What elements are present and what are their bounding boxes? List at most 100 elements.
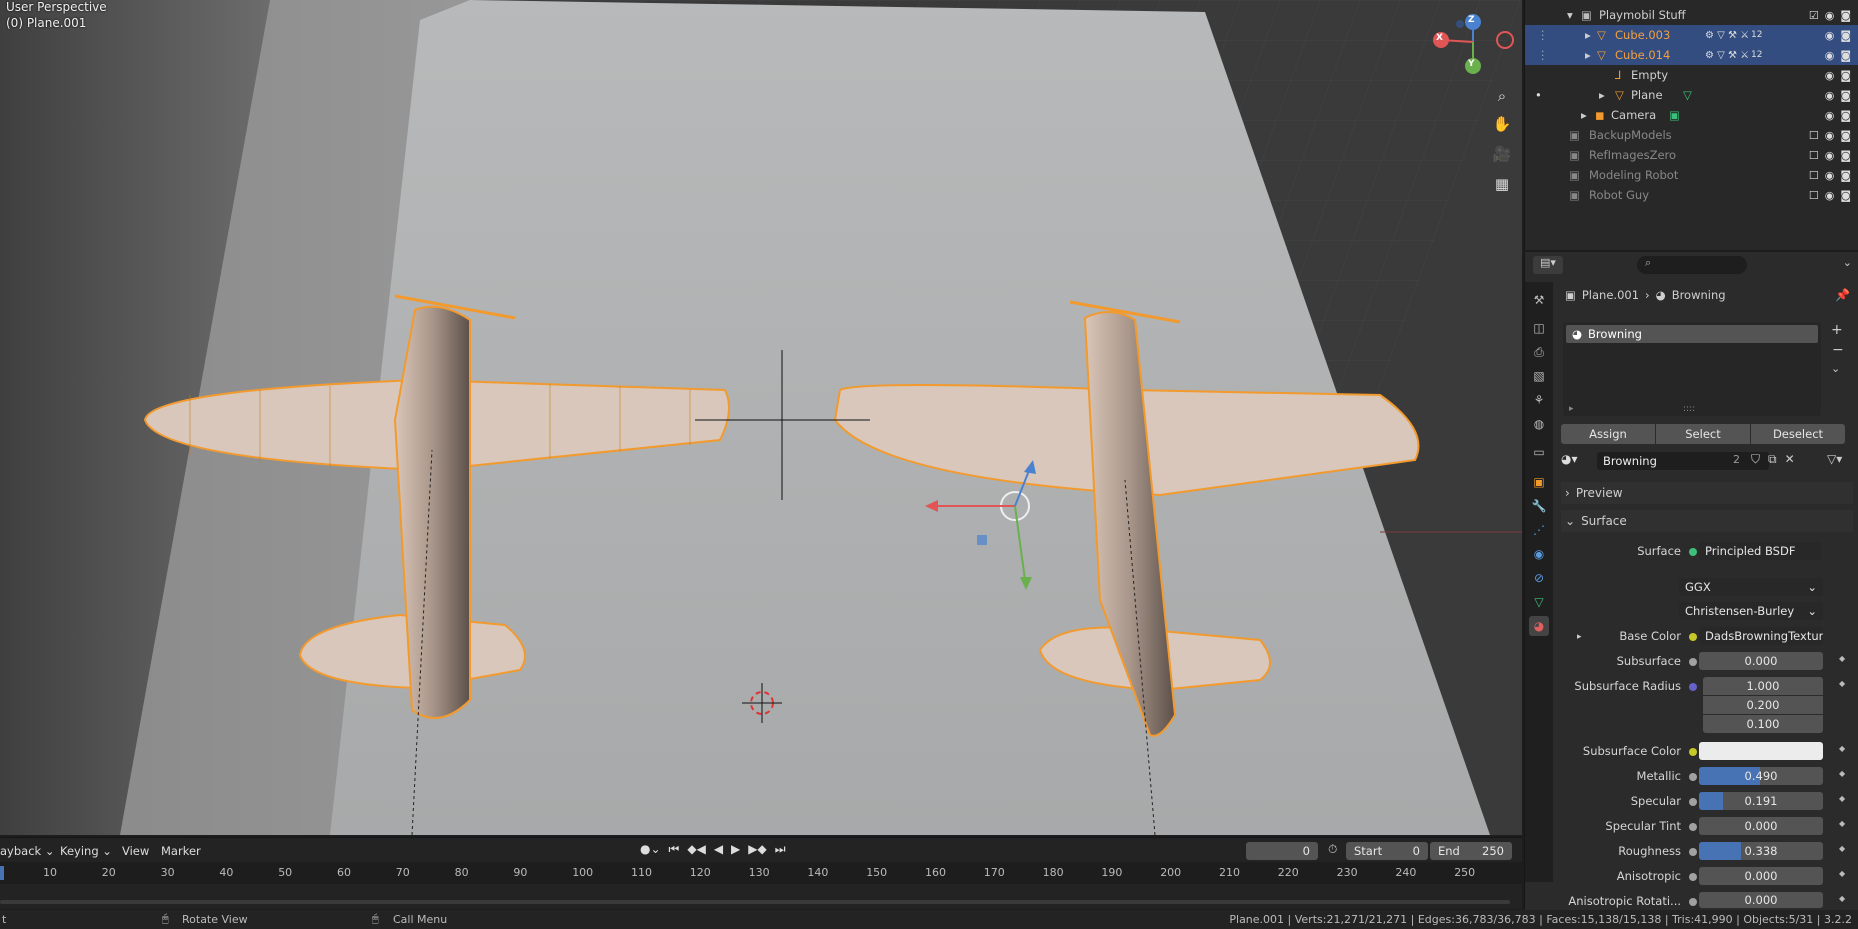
frame-ruler[interactable]: 10 20 30 40 50 60 70 80 90 100 110 120 130 140 150 160 1… — [0, 862, 1522, 884]
render-camera-icon[interactable]: ◙ — [1840, 129, 1851, 142]
outliner-panel[interactable]: ▾ ▣ Playmobil Stuff ☑ ◉ ◙ ⋮ ▸ ▽ Cube.003 ⚙… — [1524, 0, 1858, 250]
eye-icon[interactable]: ◉ — [1825, 69, 1835, 82]
subsurface-radius-y[interactable]: 0.200 — [1703, 696, 1823, 714]
unlink-icon[interactable]: ✕ — [1785, 452, 1795, 467]
outliner-row-playmobil[interactable]: ▾ ▣ Playmobil Stuff ☑ ◉ ◙ — [1525, 5, 1858, 25]
eye-icon[interactable]: ◉ — [1825, 9, 1835, 22]
3d-viewport[interactable]: User Perspective (0) Plane.001 Z X Y ⌕ ✋… — [0, 0, 1522, 835]
surface-panel-header[interactable]: ⌄ Surface — [1561, 510, 1853, 532]
distribution-dropdown[interactable]: GGX ⌄ — [1679, 578, 1823, 596]
render-camera-icon[interactable]: ◙ — [1840, 9, 1851, 22]
outliner-row-cube003[interactable]: ⋮ ▸ ▽ Cube.003 ⚙ ▽ ⚒ ⚔ 12 ◉ ◙ — [1525, 25, 1858, 45]
prev-keyframe-icon[interactable]: ◆◀ — [687, 842, 705, 857]
camera-icon[interactable]: 🎥 — [1489, 141, 1515, 167]
outliner-row-empty[interactable]: ⅃ Empty ◉ ◙ — [1525, 65, 1858, 85]
hand-pan-icon[interactable]: ✋ — [1489, 111, 1515, 137]
axis-x-label[interactable]: X — [1436, 33, 1443, 43]
render-camera-icon[interactable]: ◙ — [1840, 149, 1851, 162]
eye-icon[interactable]: ◉ — [1825, 169, 1835, 182]
render-camera-icon[interactable]: ◙ — [1840, 189, 1851, 202]
anisotropic-rotation-field[interactable]: 0.000 — [1699, 892, 1823, 908]
grid-icon[interactable]: ▦ — [1489, 171, 1515, 197]
fake-user-icon[interactable]: ⛉ — [1751, 452, 1760, 467]
outliner-row-camera[interactable]: ▸ ◼ Camera ▣ ◉ ◙ — [1525, 105, 1858, 125]
select-button[interactable]: Select — [1656, 424, 1750, 444]
scene-tab-icon[interactable]: ⚘ — [1529, 390, 1549, 410]
data-tab-icon[interactable]: ▽ — [1529, 592, 1549, 612]
keyframe-dot-icon[interactable]: ◆ — [1839, 744, 1845, 753]
keyframe-dot-icon[interactable]: ◆ — [1839, 894, 1845, 903]
duplicate-icon[interactable]: ⧉ — [1768, 452, 1777, 467]
playhead[interactable] — [0, 866, 4, 880]
end-frame-field[interactable]: End 250 — [1430, 842, 1512, 860]
render-camera-icon[interactable]: ◙ — [1840, 109, 1851, 122]
eye-icon[interactable]: ◉ — [1825, 89, 1835, 102]
modifier-tab-icon[interactable]: 🔧 — [1529, 496, 1549, 516]
surface-shader-field[interactable]: Principled BSDF — [1699, 542, 1821, 560]
material-tab-icon[interactable]: ◕ — [1529, 616, 1549, 636]
render-tab-icon[interactable]: ◫ — [1529, 318, 1549, 338]
subsurface-color-swatch[interactable] — [1699, 742, 1823, 760]
view-layer-tab-icon[interactable]: ▧ — [1529, 366, 1549, 386]
output-tab-icon[interactable]: ⎙ — [1529, 342, 1549, 362]
base-color-texture-field[interactable]: DadsBrowningTextureV... — [1699, 627, 1823, 645]
outliner-row-plane[interactable]: • ▸ ▽ Plane ▽ ◉ ◙ — [1525, 85, 1858, 105]
material-users-count[interactable]: 2 — [1733, 453, 1740, 466]
keyframe-dot-icon[interactable]: ◆ — [1839, 769, 1845, 778]
tool-tab-icon[interactable]: ⚒ — [1529, 290, 1549, 310]
outliner-row-refimages[interactable]: ▣ RefImagesZero ☐ ◉ ◙ — [1525, 145, 1858, 165]
constraints-tab-icon[interactable]: ⊘ — [1529, 568, 1549, 588]
expand-icon[interactable]: ▸ — [1569, 404, 1574, 414]
particles-tab-icon[interactable]: ⋰ — [1529, 520, 1549, 540]
eye-icon[interactable]: ◉ — [1825, 109, 1835, 122]
subsurface-method-dropdown[interactable]: Christensen-Burley ⌄ — [1679, 602, 1823, 620]
keying-menu[interactable]: Keying ⌄ — [60, 844, 112, 858]
jump-end-icon[interactable]: ⏭ — [775, 842, 786, 857]
render-camera-icon[interactable]: ◙ — [1840, 29, 1851, 42]
axis-z-label[interactable]: Z — [1468, 15, 1475, 25]
eye-icon[interactable]: ◉ — [1825, 149, 1835, 162]
resize-handle[interactable]: :::: — [1683, 404, 1695, 414]
eye-icon[interactable]: ◉ — [1825, 29, 1835, 42]
stopwatch-icon[interactable]: ⏱ — [1328, 842, 1337, 857]
play-icon[interactable]: ▶ — [731, 842, 740, 857]
object-tab-icon[interactable]: ▣ — [1529, 472, 1549, 492]
outliner-row-robot-guy[interactable]: ▣ Robot Guy ☐ ◉ ◙ — [1525, 185, 1858, 205]
render-camera-icon[interactable]: ◙ — [1840, 169, 1851, 182]
keyframe-dot-icon[interactable]: ◆ — [1839, 654, 1845, 663]
property-search-input[interactable]: ⌕ — [1637, 256, 1747, 274]
render-camera-icon[interactable]: ◙ — [1840, 69, 1851, 82]
specular-slider[interactable]: 0.191 — [1699, 792, 1823, 810]
keyframe-dot-icon[interactable]: ◆ — [1839, 819, 1845, 828]
timeline-panel[interactable]: ayback ⌄ Keying ⌄ View Marker ●⌄ ⏮ ◆◀ ◀ … — [0, 837, 1522, 909]
record-icon[interactable]: ●⌄ — [640, 842, 661, 857]
metallic-slider[interactable]: 0.490 — [1699, 767, 1823, 785]
subsurface-field[interactable]: 0.000 — [1699, 652, 1823, 670]
eye-icon[interactable]: ◉ — [1825, 189, 1835, 202]
subsurface-radius-z[interactable]: 0.100 — [1703, 715, 1823, 733]
render-camera-icon[interactable]: ◙ — [1840, 49, 1851, 62]
checkbox-icon[interactable]: ☐ — [1809, 149, 1819, 162]
expand-icon[interactable]: ▸ — [1577, 632, 1582, 642]
eye-icon[interactable]: ◉ — [1825, 129, 1835, 142]
material-name-field[interactable]: Browning — [1597, 452, 1769, 470]
specular-tint-field[interactable]: 0.000 — [1699, 817, 1823, 835]
keyframe-dot-icon[interactable]: ◆ — [1839, 794, 1845, 803]
keyframe-dot-icon[interactable]: ◆ — [1839, 844, 1845, 853]
roughness-slider[interactable]: 0.338 — [1699, 842, 1823, 860]
keyframe-dot-icon[interactable]: ◆ — [1839, 869, 1845, 878]
next-keyframe-icon[interactable]: ▶◆ — [748, 842, 766, 857]
axis-y-label[interactable]: Y — [1468, 59, 1475, 69]
start-frame-field[interactable]: Start 0 — [1346, 842, 1428, 860]
render-camera-icon[interactable]: ◙ — [1840, 89, 1851, 102]
jump-start-icon[interactable]: ⏮ — [669, 842, 680, 857]
material-slot-item[interactable]: ◕ Browning — [1566, 325, 1818, 343]
anisotropic-field[interactable]: 0.000 — [1699, 867, 1823, 885]
outliner-row-cube014[interactable]: ⋮ ▸ ▽ Cube.014 ⚙ ▽ ⚒ ⚔ 12 ◉ ◙ — [1525, 45, 1858, 65]
checkbox-icon[interactable]: ☑ — [1809, 9, 1819, 22]
checkbox-icon[interactable]: ☐ — [1809, 169, 1819, 182]
collection-tab-icon[interactable]: ▭ — [1529, 442, 1549, 462]
checkbox-icon[interactable]: ☐ — [1809, 129, 1819, 142]
subsurface-radius-x[interactable]: 1.000 — [1703, 677, 1823, 695]
preview-panel-header[interactable]: › Preview — [1561, 482, 1853, 504]
